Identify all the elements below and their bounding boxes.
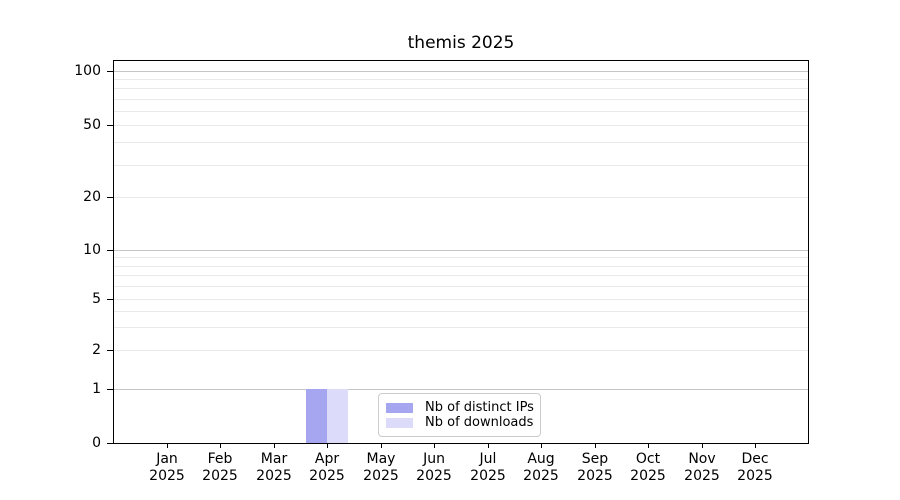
x-tickmark-feb	[220, 444, 221, 448]
x-tickmark-may	[381, 444, 382, 448]
month-text: Oct	[618, 451, 678, 468]
month-text: Jul	[458, 451, 518, 468]
y-tick-label-50: 50	[39, 116, 101, 134]
x-tickmark-jun	[434, 444, 435, 448]
x-tick-label-feb: Feb 2025	[190, 451, 250, 485]
y-tick-label-5: 5	[39, 290, 101, 308]
x-tickmark-oct	[648, 444, 649, 448]
gridline-minor-30	[114, 165, 808, 166]
legend-swatch-downloads	[386, 418, 413, 428]
x-tickmark-jul	[488, 444, 489, 448]
x-tickmark-sep	[595, 444, 596, 448]
year-text: 2025	[190, 468, 250, 485]
gridline-minor-3	[114, 327, 808, 328]
gridline-minor-20	[114, 197, 808, 198]
y-tickmark-20	[107, 197, 113, 198]
y-tickmark-0	[107, 443, 113, 444]
year-text: 2025	[672, 468, 732, 485]
gridline-major-10	[114, 250, 808, 251]
y-tickmark-50	[107, 125, 113, 126]
legend-label-distinct-ips: Nb of distinct IPs	[425, 400, 534, 415]
year-text: 2025	[725, 468, 785, 485]
gridline-minor-9	[114, 257, 808, 258]
month-text: Aug	[511, 451, 571, 468]
x-tickmark-nov	[702, 444, 703, 448]
year-text: 2025	[351, 468, 411, 485]
bar-downloads-apr	[327, 389, 348, 443]
y-tick-label-10: 10	[39, 241, 101, 259]
x-tickmark-apr	[327, 444, 328, 448]
y-tickmark-100	[107, 71, 113, 72]
year-text: 2025	[511, 468, 571, 485]
gridline-major-1	[114, 389, 808, 390]
x-tick-label-mar: Mar 2025	[244, 451, 304, 485]
y-tick-label-2: 2	[39, 341, 101, 359]
bar-distinct-ips-apr	[306, 389, 327, 443]
month-text: May	[351, 451, 411, 468]
y-tickmark-10	[107, 250, 113, 251]
year-text: 2025	[244, 468, 304, 485]
month-text: Feb	[190, 451, 250, 468]
x-tickmark-aug	[541, 444, 542, 448]
gridline-minor-60	[114, 111, 808, 112]
x-tick-label-dec: Dec 2025	[725, 451, 785, 485]
gridline-minor-90	[114, 79, 808, 80]
month-text: Mar	[244, 451, 304, 468]
gridline-minor-40	[114, 142, 808, 143]
month-text: Dec	[725, 451, 785, 468]
gridline-minor-8	[114, 266, 808, 267]
y-tickmark-5	[107, 299, 113, 300]
gridline-minor-2	[114, 350, 808, 351]
month-text: Jun	[404, 451, 464, 468]
legend-swatch-distinct-ips	[386, 403, 413, 413]
gridline-minor-50	[114, 125, 808, 126]
month-text: Sep	[565, 451, 625, 468]
legend: Nb of distinct IPs Nb of downloads	[378, 393, 541, 437]
legend-item-distinct-ips: Nb of distinct IPs	[386, 400, 532, 415]
x-tickmark-jan	[167, 444, 168, 448]
year-text: 2025	[458, 468, 518, 485]
year-text: 2025	[404, 468, 464, 485]
x-tick-label-jun: Jun 2025	[404, 451, 464, 485]
x-tick-label-oct: Oct 2025	[618, 451, 678, 485]
chart-title: themis 2025	[113, 33, 809, 53]
year-text: 2025	[618, 468, 678, 485]
month-text: Apr	[297, 451, 357, 468]
x-tick-label-nov: Nov 2025	[672, 451, 732, 485]
year-text: 2025	[137, 468, 197, 485]
y-tick-label-100: 100	[39, 62, 101, 80]
x-tick-label-aug: Aug 2025	[511, 451, 571, 485]
month-text: Nov	[672, 451, 732, 468]
x-tickmark-dec	[755, 444, 756, 448]
gridline-minor-6	[114, 286, 808, 287]
y-tickmark-1	[107, 389, 113, 390]
x-tickmark-mar	[274, 444, 275, 448]
x-tick-label-may: May 2025	[351, 451, 411, 485]
year-text: 2025	[297, 468, 357, 485]
gridline-minor-5	[114, 299, 808, 300]
legend-label-downloads: Nb of downloads	[425, 415, 533, 430]
y-tick-label-1: 1	[39, 380, 101, 398]
x-tick-label-jan: Jan 2025	[137, 451, 197, 485]
gridline-minor-4	[114, 311, 808, 312]
x-tick-label-apr: Apr 2025	[297, 451, 357, 485]
gridline-minor-70	[114, 99, 808, 100]
plot-area: Nb of distinct IPs Nb of downloads	[113, 60, 809, 444]
month-text: Jan	[137, 451, 197, 468]
y-tick-label-0: 0	[39, 434, 101, 452]
gridline-major-100	[114, 71, 808, 72]
x-tick-label-sep: Sep 2025	[565, 451, 625, 485]
chart-figure: themis 2025 Nb of distinct IPs	[0, 0, 900, 500]
x-tick-label-jul: Jul 2025	[458, 451, 518, 485]
year-text: 2025	[565, 468, 625, 485]
y-tick-label-20: 20	[39, 188, 101, 206]
y-tickmark-2	[107, 350, 113, 351]
gridline-minor-80	[114, 88, 808, 89]
legend-item-downloads: Nb of downloads	[386, 415, 532, 430]
gridline-minor-7	[114, 275, 808, 276]
